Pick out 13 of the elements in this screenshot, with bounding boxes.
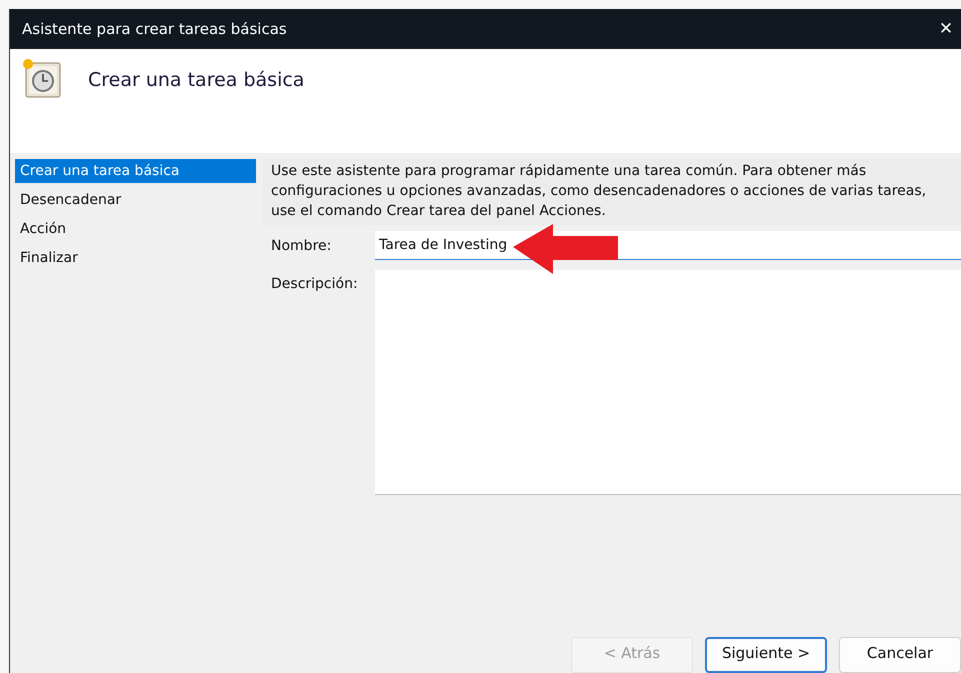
wizard-step[interactable]: Desencadenar xyxy=(15,188,256,212)
header-title: Crear una tarea básica xyxy=(88,69,304,91)
intro-text: Use este asistente para programar rápidamente una tarea común. Para obtener más configuraciones u opciones avanzadas, como desencadenadores o acciones de varias tareas, use el comando Crear tarea del panel Acciones. xyxy=(263,159,961,225)
description-label: Descripción: xyxy=(270,275,359,292)
wizard-button[interactable]: Siguiente > xyxy=(705,637,827,673)
wizard-step[interactable]: Crear una tarea básica xyxy=(15,159,256,183)
wizard-step[interactable]: Acción xyxy=(15,217,256,241)
close-button[interactable]: ✕ xyxy=(931,19,961,39)
description-field[interactable] xyxy=(375,270,961,495)
name-label: Nombre: xyxy=(270,238,332,254)
window-title: Asistente para crear tareas básicas xyxy=(22,20,287,38)
wizard-button[interactable]: Cancelar xyxy=(839,637,961,673)
wizard-step[interactable]: Finalizar xyxy=(15,246,256,270)
